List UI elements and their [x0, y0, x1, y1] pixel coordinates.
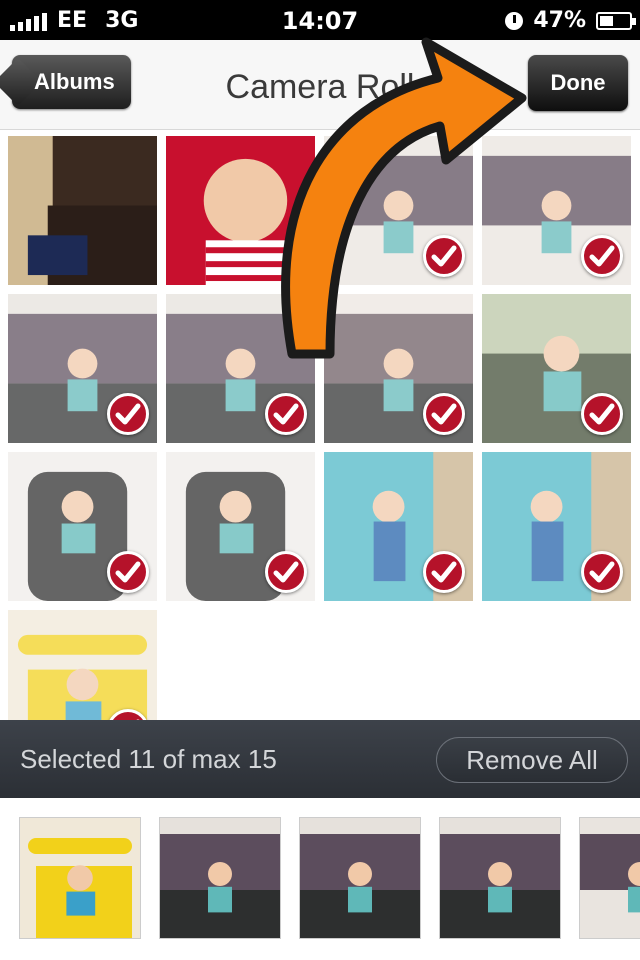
- selected-thumbnail[interactable]: [440, 818, 560, 938]
- selection-bar: Selected 11 of max 15 Remove All: [0, 720, 640, 798]
- selected-thumbnail[interactable]: [580, 818, 640, 938]
- annotation-arrow-icon: [281, 37, 527, 359]
- checkmark-icon: [265, 551, 307, 593]
- checkmark-icon: [107, 393, 149, 435]
- selected-thumbnails-strip[interactable]: [0, 798, 640, 960]
- done-button[interactable]: Done: [528, 55, 628, 111]
- checkmark-icon: [581, 393, 623, 435]
- checkmark-icon: [107, 551, 149, 593]
- photo-thumbnail[interactable]: [482, 452, 631, 601]
- photo-thumbnail[interactable]: [8, 610, 157, 720]
- photo-image: [8, 136, 157, 285]
- photo-image: [8, 610, 157, 720]
- checkmark-icon: [423, 393, 465, 435]
- selected-thumbnail[interactable]: [20, 818, 140, 938]
- checkmark-icon: [581, 235, 623, 277]
- photo-thumbnail[interactable]: [8, 294, 157, 443]
- photo-thumbnail[interactable]: [166, 452, 315, 601]
- albums-back-button[interactable]: Albums: [12, 55, 131, 109]
- checkmark-icon: [423, 551, 465, 593]
- photo-thumbnail[interactable]: [8, 452, 157, 601]
- checkmark-icon: [581, 551, 623, 593]
- photo-thumbnail[interactable]: [324, 452, 473, 601]
- checkmark-icon: [265, 393, 307, 435]
- alarm-clock-icon: [505, 11, 524, 30]
- selected-thumbnail[interactable]: [300, 818, 420, 938]
- remove-all-button[interactable]: Remove All: [436, 737, 628, 783]
- selection-count-text: Selected 11 of max 15: [20, 744, 277, 774]
- photo-thumbnail[interactable]: [8, 136, 157, 285]
- battery-icon: [596, 11, 636, 30]
- status-right: 47%: [505, 8, 636, 33]
- selected-thumbnail[interactable]: [160, 818, 280, 938]
- status-bar: EE 3G 14:07 47%: [0, 0, 640, 40]
- battery-percent: 47%: [533, 8, 586, 33]
